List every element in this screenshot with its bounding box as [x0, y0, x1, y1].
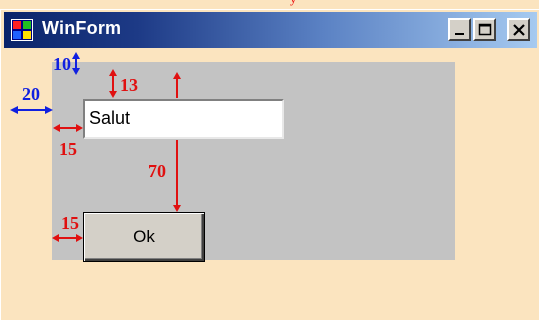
button-left-arrow	[52, 234, 83, 242]
textbox-left-arrow	[53, 124, 83, 132]
dimension-arrows	[10, 52, 181, 242]
textbox-top-label: 13	[120, 75, 138, 95]
button-gap-label: 70	[148, 161, 166, 181]
left-margin-arrow	[10, 106, 53, 114]
top-margin-label: 10	[53, 54, 71, 74]
button-left-label: 15	[61, 213, 79, 233]
left-margin-label: 20	[22, 84, 40, 104]
textbox-left-label: 15	[59, 139, 77, 159]
textbox-top-arrow	[109, 69, 117, 98]
panel-top-arrow	[173, 72, 181, 98]
top-margin-arrow	[72, 52, 80, 75]
button-gap-arrow	[173, 140, 181, 212]
